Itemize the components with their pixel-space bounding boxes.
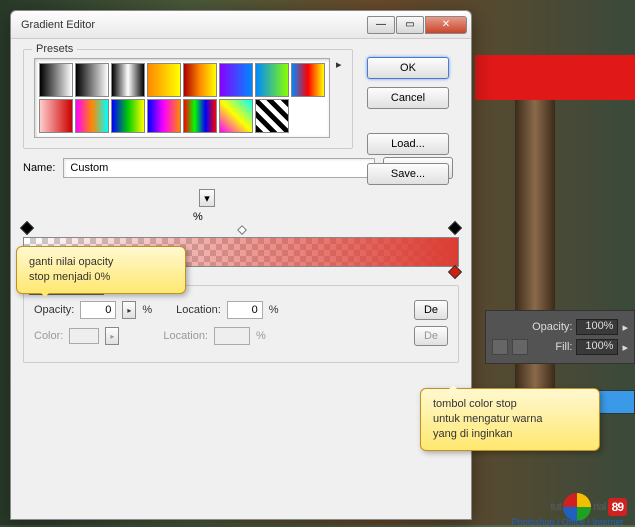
preset-swatch[interactable] [219, 99, 253, 133]
preset-swatch[interactable] [147, 63, 181, 97]
minimize-button[interactable]: — [367, 16, 395, 34]
window-title: Gradient Editor [21, 19, 367, 31]
color-dropdown: ▸ [105, 327, 119, 345]
preset-swatch[interactable] [291, 63, 325, 97]
name-label: Name: [23, 162, 55, 174]
chevron-icon[interactable]: ▸ [622, 341, 628, 354]
name-input[interactable] [63, 158, 375, 178]
type-dropdown[interactable]: ▾ [199, 189, 215, 207]
preset-swatch[interactable] [111, 63, 145, 97]
presets-fieldset: Presets ▸ [23, 49, 353, 149]
panel-opacity-value[interactable]: 100% [576, 319, 618, 335]
maximize-button[interactable]: ▭ [396, 16, 424, 34]
load-button[interactable]: Load... [367, 133, 449, 155]
presets-label: Presets [32, 43, 77, 55]
chevron-icon[interactable]: ▸ [622, 321, 628, 334]
callout-opacity: ganti nilai opacity stop menjadi 0% [16, 246, 186, 294]
color-stop-right[interactable] [449, 267, 461, 281]
preset-swatch[interactable] [183, 99, 217, 133]
preset-swatch[interactable] [111, 99, 145, 133]
preset-swatch[interactable] [219, 63, 253, 97]
opacity-stop-left[interactable] [21, 223, 33, 237]
preset-swatch[interactable] [183, 63, 217, 97]
opacity-input[interactable] [80, 301, 116, 319]
preset-swatch[interactable] [255, 63, 289, 97]
lock-pixels-icon[interactable] [512, 339, 528, 355]
color-swatch [69, 328, 99, 344]
preset-swatch[interactable] [147, 99, 181, 133]
titlebar[interactable]: Gradient Editor — ▭ ✕ [11, 11, 471, 39]
preset-swatch[interactable] [255, 99, 289, 133]
preset-swatch[interactable] [39, 99, 73, 133]
ok-button[interactable]: OK [367, 57, 449, 79]
preset-swatch[interactable] [39, 63, 73, 97]
opacity-spinner[interactable]: ▸ [122, 301, 136, 319]
preset-menu-icon[interactable]: ▸ [336, 58, 342, 71]
midpoint-icon[interactable] [237, 225, 247, 235]
smoothness-row: % [23, 211, 459, 223]
location-label: Location: [176, 304, 221, 316]
close-button[interactable]: ✕ [425, 16, 467, 34]
delete-opacity-stop-button[interactable]: De [414, 300, 448, 320]
color-label: Color: [34, 330, 63, 342]
cancel-button[interactable]: Cancel [367, 87, 449, 109]
preset-swatch[interactable] [75, 99, 109, 133]
save-button[interactable]: Save... [367, 163, 449, 185]
callout-color-stop: tombol color stop untuk mengatur warna y… [420, 388, 600, 451]
layers-panel: Opacity: 100% ▸ Fill: 100% ▸ [485, 310, 635, 364]
lock-icon[interactable] [492, 339, 508, 355]
opacity-stop-right[interactable] [449, 223, 461, 237]
preset-grid [34, 58, 330, 138]
preset-swatch[interactable] [75, 63, 109, 97]
panel-fill-value[interactable]: 100% [576, 339, 618, 355]
location2-input [214, 327, 250, 345]
location-input[interactable] [227, 301, 263, 319]
watermark-sub: Photoshop | Office | Internet [511, 517, 623, 527]
location2-label: Location: [163, 330, 208, 342]
delete-color-stop-button: De [414, 326, 448, 346]
stops-fieldset: Stops Opacity: ▸ % Location: % De Color:… [23, 285, 459, 363]
opacity-label: Opacity: [34, 304, 74, 316]
